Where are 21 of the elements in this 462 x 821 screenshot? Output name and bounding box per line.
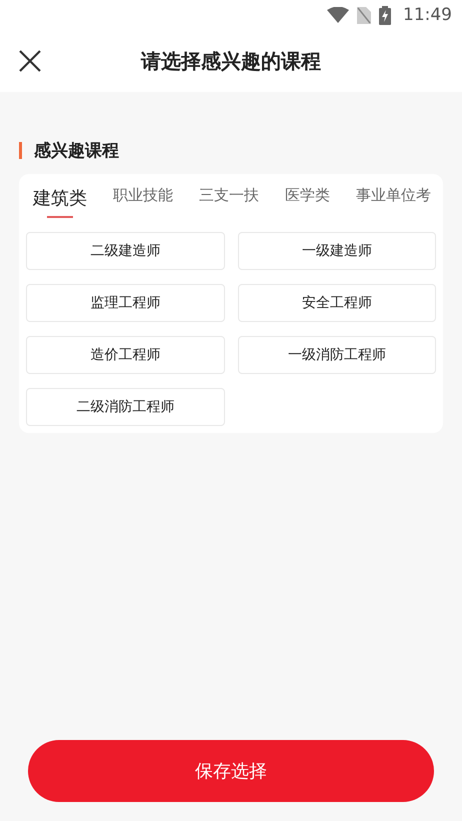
category-tab[interactable]: 三支一扶: [199, 186, 259, 228]
course-option[interactable]: 二级建造师: [26, 232, 224, 270]
course-option[interactable]: 二级消防工程师: [26, 388, 224, 426]
wifi-icon: [327, 7, 349, 23]
page-title: 请选择感兴趣的课程: [140, 48, 322, 74]
status-time: 11:49: [403, 5, 452, 25]
close-icon[interactable]: [19, 50, 41, 72]
course-option[interactable]: 安全工程师: [238, 284, 436, 322]
category-tab[interactable]: 事业单位考: [356, 186, 431, 228]
category-tab[interactable]: 职业技能: [113, 186, 173, 228]
category-tab[interactable]: 医学类: [285, 186, 330, 228]
no-sim-icon: [357, 6, 371, 24]
section-title: 感兴趣课程: [34, 140, 119, 162]
course-option[interactable]: 造价工程师: [26, 336, 224, 374]
course-option[interactable]: 监理工程师: [26, 284, 224, 322]
accent-bar: [19, 142, 22, 158]
battery-charging-icon: [379, 6, 391, 24]
save-button[interactable]: 保存选择: [28, 740, 434, 802]
course-option[interactable]: 一级消防工程师: [238, 336, 436, 374]
category-tab[interactable]: 建筑类: [33, 186, 87, 228]
course-option[interactable]: 一级建造师: [238, 232, 436, 270]
